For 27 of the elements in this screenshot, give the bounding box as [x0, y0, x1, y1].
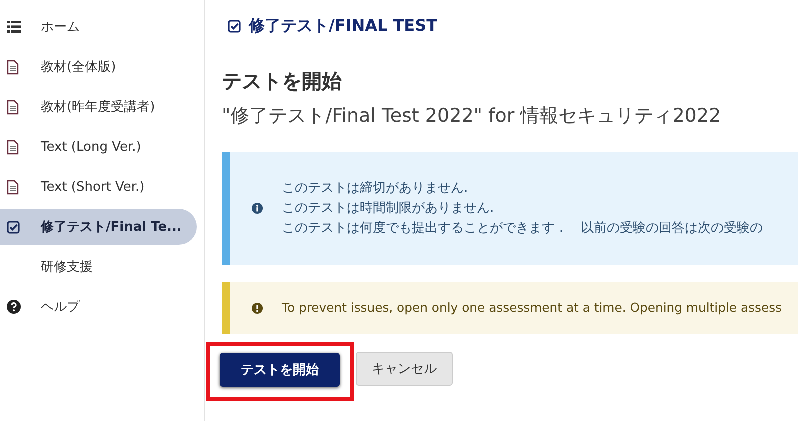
document-icon	[7, 180, 19, 194]
checkbox-icon	[228, 20, 241, 32]
document-icon	[7, 140, 19, 154]
checkbox-icon	[7, 220, 20, 234]
alert-text: To prevent issues, open only one assessment at a time. Opening multiple assess	[282, 299, 782, 317]
info-icon	[252, 203, 263, 214]
alert-text: このテストは時間制限がありません.	[282, 200, 496, 218]
alert-text: このテストは締切がありません.	[282, 180, 470, 198]
sidebar-item[interactable]: ヘルプ	[0, 289, 197, 325]
alert-text: このテストは何度でも提出することができます． 以前の受験の回答は次の受験の	[282, 220, 763, 238]
list-icon	[7, 21, 21, 33]
start-button[interactable]: テストを開始	[220, 353, 340, 387]
test-title: "修了テスト/Final Test 2022" for 情報セキュリティ2022	[222, 104, 722, 129]
help-icon	[7, 300, 21, 314]
warning-icon	[252, 302, 263, 314]
page-title: 修了テスト/FINAL TEST	[249, 16, 438, 36]
section-heading: テストを開始	[222, 68, 343, 95]
sidebar-item[interactable]: 教材(昨年度受講者)	[0, 89, 197, 125]
sidebar-item[interactable]: 教材(全体版)	[0, 49, 197, 85]
sidebar-item[interactable]: 研修支援	[0, 249, 197, 285]
sidebar-item[interactable]: Text (Short Ver.)	[0, 169, 197, 205]
sidebar-item[interactable]: ホーム	[0, 9, 197, 45]
sidebar-item[interactable]: Text (Long Ver.)	[0, 129, 197, 165]
cancel-button[interactable]: キャンセル	[356, 352, 453, 386]
sidebar-item[interactable]: 修了テスト/Final Te...	[0, 209, 197, 245]
document-icon	[7, 60, 19, 74]
document-icon	[7, 100, 19, 114]
